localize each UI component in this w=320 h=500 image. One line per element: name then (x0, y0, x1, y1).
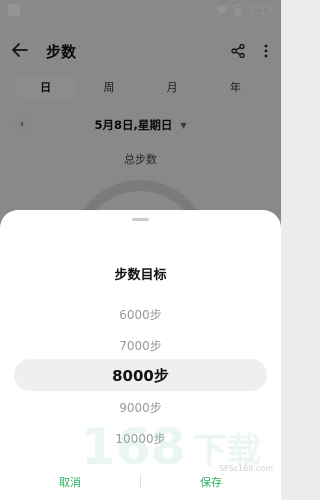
watermark-site: SFSc168.com (219, 464, 273, 473)
picker-selected-value[interactable]: 8000步 (0, 359, 281, 391)
picker-option[interactable]: 6000步 (0, 306, 281, 323)
picker-option[interactable]: 7000步 (0, 337, 281, 354)
step-goal-sheet: 步数目标 6000步 7000步 8000步 9000步 10000步 取消 保… (0, 210, 281, 500)
sheet-drag-handle[interactable] (132, 218, 149, 221)
save-button[interactable]: 保存 (141, 474, 281, 490)
cancel-button[interactable]: 取消 (0, 474, 140, 490)
sheet-title: 步数目标 (114, 268, 167, 283)
picker-option[interactable]: 10000步 (0, 430, 281, 447)
picker-option[interactable]: 9000步 (0, 399, 281, 416)
sheet-actions: 取消 保存 (0, 470, 281, 494)
